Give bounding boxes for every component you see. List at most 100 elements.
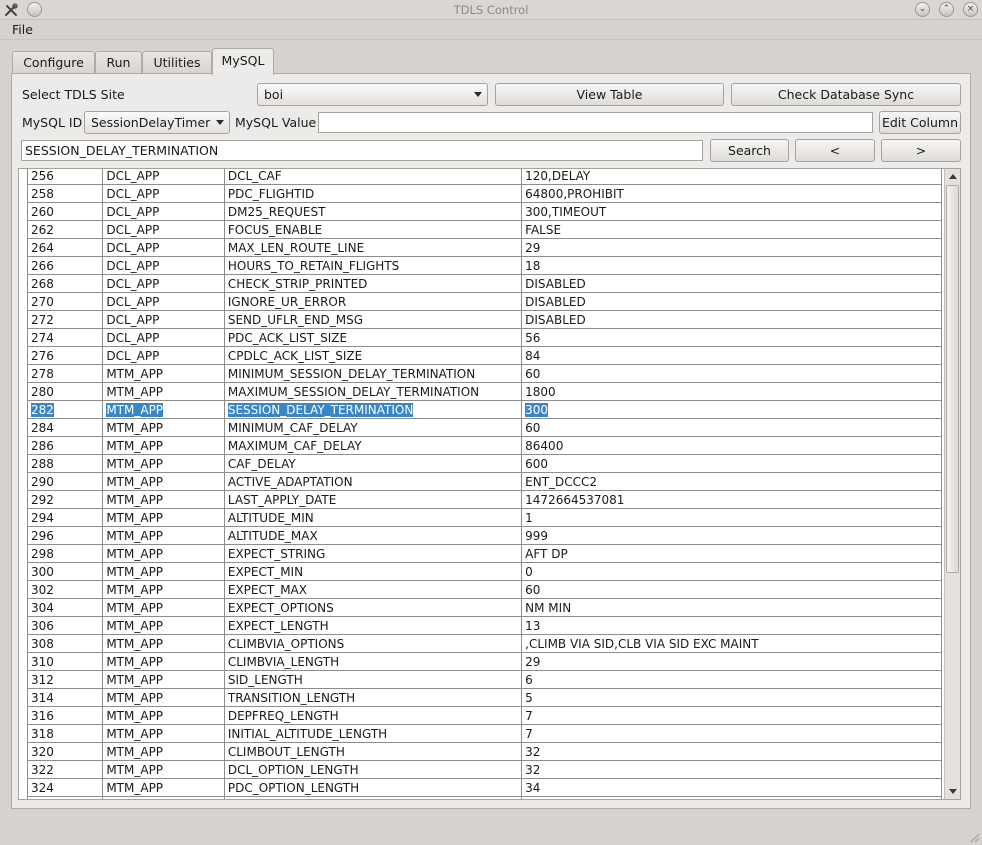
param-value-cell[interactable]: 29 (521, 238, 942, 257)
app-cell[interactable]: MTM_APP (102, 670, 225, 689)
check-database-sync-button[interactable]: Check Database Sync (731, 83, 961, 106)
row-id-cell[interactable]: 304 (26, 598, 104, 617)
table-row[interactable]: 312 MTM_APP SID_LENGTH 6 (26, 670, 942, 689)
param-name-cell[interactable]: EXPECT_OPTIONS (223, 598, 523, 617)
table-row[interactable]: 256 DCL_APP DCL_CAF 120,DELAY (26, 169, 942, 185)
app-cell[interactable]: MTM_APP (102, 418, 225, 437)
table-row[interactable]: 298 MTM_APP EXPECT_STRING AFT DP (26, 544, 942, 563)
row-id-cell[interactable]: 314 (26, 688, 104, 707)
param-name-cell[interactable]: MAX_LEN_ROUTE_LINE (223, 238, 523, 257)
param-value-cell[interactable]: 29 (521, 652, 942, 671)
row-id-cell[interactable]: 270 (26, 292, 104, 311)
table-row[interactable]: 286 MTM_APP MAXIMUM_CAF_DELAY 86400 (26, 436, 942, 455)
search-input[interactable]: SESSION_DELAY_TERMINATION (21, 140, 703, 161)
scroll-up-icon[interactable] (945, 169, 960, 184)
table-row[interactable]: 278 MTM_APP MINIMUM_SESSION_DELAY_TERMINAT… (26, 364, 942, 383)
param-name-cell[interactable]: DM25_REQUEST (223, 202, 523, 221)
row-id-cell[interactable]: 264 (26, 238, 104, 257)
table-row[interactable]: 284 MTM_APP MINIMUM_CAF_DELAY 60 (26, 418, 942, 437)
table-row[interactable]: 292 MTM_APP LAST_APPLY_DATE 1472664537081 (26, 490, 942, 509)
table-row[interactable]: 304 MTM_APP EXPECT_OPTIONS NM MIN (26, 598, 942, 617)
app-cell[interactable]: MTM_APP (102, 580, 225, 599)
tab-utilities[interactable]: Utilities (142, 51, 212, 74)
app-cell[interactable]: MTM_APP (102, 508, 225, 527)
param-value-cell[interactable] (521, 796, 942, 799)
param-value-cell[interactable]: 56 (521, 328, 942, 347)
param-name-cell[interactable]: TRANSITION_LENGTH (223, 688, 523, 707)
param-value-cell[interactable]: 60 (521, 580, 942, 599)
param-value-cell[interactable]: ENT_DCCC2 (521, 472, 942, 491)
param-name-cell[interactable]: SID_LENGTH (223, 670, 523, 689)
row-id-cell[interactable]: 266 (26, 256, 104, 275)
param-name-cell[interactable]: EXPECT_STRING (223, 544, 523, 563)
table-row[interactable] (26, 796, 942, 799)
param-name-cell[interactable]: PDC_ACK_LIST_SIZE (223, 328, 523, 347)
table-row[interactable]: 270 DCL_APP IGNORE_UR_ERROR DISABLED (26, 292, 942, 311)
row-id-cell[interactable]: 260 (26, 202, 104, 221)
site-select[interactable]: boi (257, 83, 488, 106)
app-cell[interactable]: MTM_APP (102, 778, 225, 797)
param-value-cell[interactable]: 34 (521, 778, 942, 797)
mysql-id-select[interactable]: SessionDelayTimer (84, 111, 230, 134)
table-row[interactable]: 264 DCL_APP MAX_LEN_ROUTE_LINE 29 (26, 238, 942, 257)
row-id-cell[interactable]: 290 (26, 472, 104, 491)
row-id-cell[interactable]: 298 (26, 544, 104, 563)
param-value-cell[interactable]: 1 (521, 508, 942, 527)
resize-grip-icon[interactable] (968, 831, 980, 843)
param-value-cell[interactable]: 600 (521, 454, 942, 473)
table-row[interactable]: 258 DCL_APP PDC_FLIGHTID 64800,PROHIBIT (26, 184, 942, 203)
app-cell[interactable]: MTM_APP (102, 436, 225, 455)
row-id-cell[interactable]: 324 (26, 778, 104, 797)
table-row[interactable]: 302 MTM_APP EXPECT_MAX 60 (26, 580, 942, 599)
param-name-cell[interactable]: ALTITUDE_MAX (223, 526, 523, 545)
table-row[interactable]: 280 MTM_APP MAXIMUM_SESSION_DELAY_TERMINAT… (26, 382, 942, 401)
row-id-cell[interactable]: 282 (26, 400, 104, 419)
param-value-cell[interactable]: NM MIN (521, 598, 942, 617)
param-name-cell[interactable] (223, 796, 523, 799)
table-row[interactable]: 322 MTM_APP DCL_OPTION_LENGTH 32 (26, 760, 942, 779)
table-row[interactable]: 324 MTM_APP PDC_OPTION_LENGTH 34 (26, 778, 942, 797)
tab-run[interactable]: Run (95, 51, 142, 74)
previous-button[interactable]: < (795, 139, 875, 162)
param-value-cell[interactable]: DISABLED (521, 274, 942, 293)
param-name-cell[interactable]: CLIMBVIA_OPTIONS (223, 634, 523, 653)
app-cell[interactable]: DCL_APP (102, 346, 225, 365)
row-id-cell[interactable]: 308 (26, 634, 104, 653)
table-row[interactable]: 290 MTM_APP ACTIVE_ADAPTATION ENT_DCCC2 (26, 472, 942, 491)
app-cell[interactable]: MTM_APP (102, 544, 225, 563)
row-id-cell[interactable]: 268 (26, 274, 104, 293)
param-name-cell[interactable]: DCL_OPTION_LENGTH (223, 760, 523, 779)
param-name-cell[interactable]: PDC_OPTION_LENGTH (223, 778, 523, 797)
row-id-cell[interactable]: 280 (26, 382, 104, 401)
param-value-cell[interactable]: 1800 (521, 382, 942, 401)
param-value-cell[interactable]: 13 (521, 616, 942, 635)
row-id-cell[interactable]: 272 (26, 310, 104, 329)
param-name-cell[interactable]: CLIMBOUT_LENGTH (223, 742, 523, 761)
app-cell[interactable]: DCL_APP (102, 169, 225, 185)
app-cell[interactable]: MTM_APP (102, 688, 225, 707)
row-id-cell[interactable]: 320 (26, 742, 104, 761)
app-cell[interactable]: MTM_APP (102, 364, 225, 383)
param-name-cell[interactable]: MAXIMUM_SESSION_DELAY_TERMINATION (223, 382, 523, 401)
param-value-cell[interactable]: 60 (521, 418, 942, 437)
param-name-cell[interactable]: IGNORE_UR_ERROR (223, 292, 523, 311)
row-id-cell[interactable]: 288 (26, 454, 104, 473)
row-id-cell[interactable]: 284 (26, 418, 104, 437)
param-value-cell[interactable]: 7 (521, 724, 942, 743)
param-value-cell[interactable]: ,CLIMB VIA SID,CLB VIA SID EXC MAINT (521, 634, 942, 653)
app-cell[interactable]: MTM_APP (102, 742, 225, 761)
row-id-cell[interactable] (26, 796, 104, 799)
table-row[interactable]: 316 MTM_APP DEPFREQ_LENGTH 7 (26, 706, 942, 725)
menu-file[interactable]: File (12, 22, 33, 37)
row-id-cell[interactable]: 256 (26, 169, 104, 185)
param-value-cell[interactable]: 7 (521, 706, 942, 725)
param-value-cell[interactable]: 300 (521, 400, 942, 419)
app-cell[interactable]: DCL_APP (102, 184, 225, 203)
row-id-cell[interactable]: 262 (26, 220, 104, 239)
param-name-cell[interactable]: PDC_FLIGHTID (223, 184, 523, 203)
param-name-cell[interactable]: CPDLC_ACK_LIST_SIZE (223, 346, 523, 365)
param-name-cell[interactable]: EXPECT_MIN (223, 562, 523, 581)
app-cell[interactable]: MTM_APP (102, 382, 225, 401)
param-value-cell[interactable]: 1472664537081 (521, 490, 942, 509)
app-cell[interactable]: DCL_APP (102, 238, 225, 257)
